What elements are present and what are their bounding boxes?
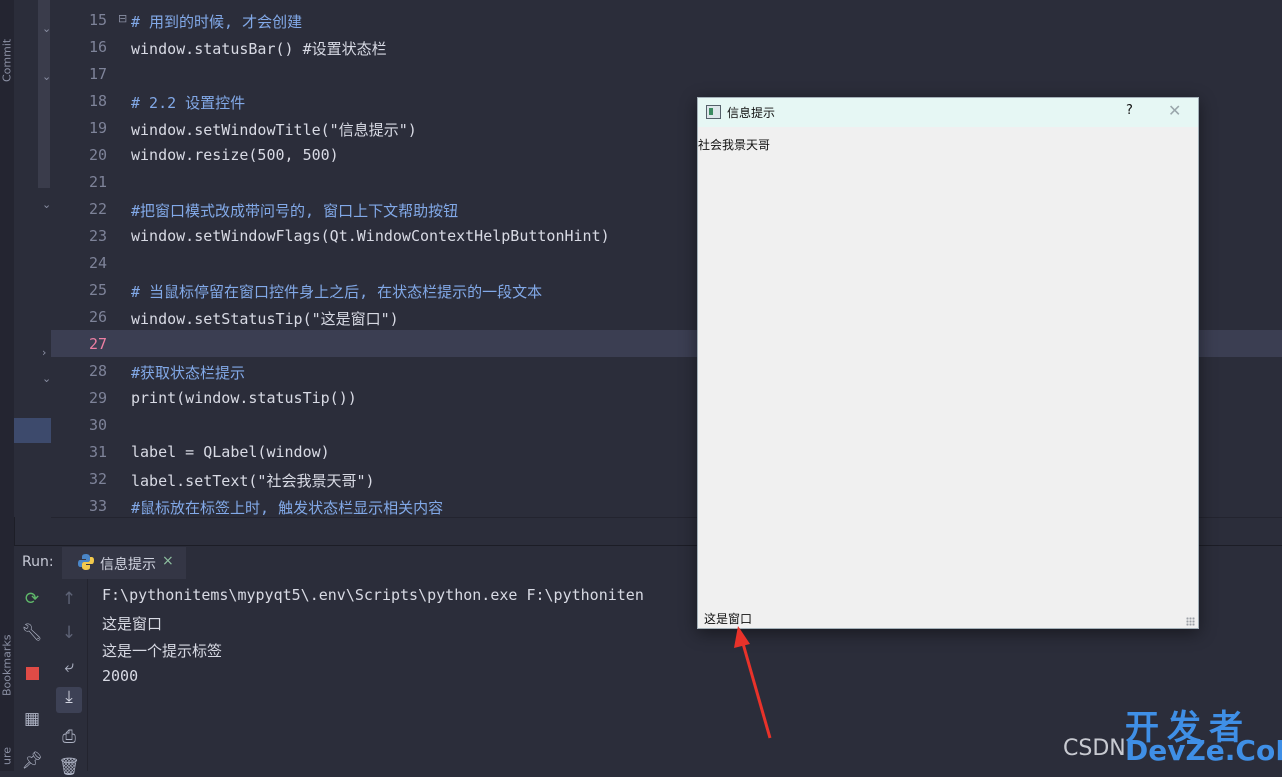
- soft-wrap-icon[interactable]: ⤶: [57, 657, 81, 677]
- trash-icon[interactable]: 🗑︎: [57, 757, 81, 777]
- console-line: 这是一个提示标签: [102, 642, 223, 660]
- line-number: 21: [88, 173, 107, 191]
- window-titlebar[interactable]: 信息提示 ? ✕: [698, 98, 1198, 127]
- line-number: 18: [88, 92, 107, 110]
- code-line[interactable]: print(window.statusTip()): [131, 389, 357, 407]
- code-line[interactable]: label.setText("社会我景天哥"): [131, 470, 375, 491]
- close-tab-icon[interactable]: ×: [162, 553, 174, 569]
- window-title: 信息提示: [727, 106, 776, 120]
- line-number: 24: [88, 254, 107, 272]
- rerun-icon[interactable]: ⟳: [20, 589, 44, 609]
- print-icon[interactable]: ⎙: [57, 727, 81, 747]
- line-number: 25: [88, 281, 107, 299]
- line-number: 30: [88, 416, 107, 434]
- line-number: 22: [88, 200, 107, 218]
- fold-arrow-icon[interactable]: ⌄: [42, 372, 51, 385]
- qt-message-window[interactable]: 信息提示 ? ✕ 社会我景天哥 这是窗口: [697, 97, 1199, 629]
- code-line[interactable]: # 当鼠标停留在窗口控件身上之后, 在状态栏提示的一段文本: [131, 281, 542, 302]
- code-line[interactable]: #鼠标放在标签上时, 触发状态栏显示相关内容: [131, 497, 443, 518]
- line-number: 28: [88, 362, 107, 380]
- tool-window-strip: Commit Bookmarks ure: [0, 0, 15, 771]
- commit-tab[interactable]: Commit: [0, 20, 14, 100]
- code-line[interactable]: window.setWindowFlags(Qt.WindowContextHe…: [131, 227, 610, 245]
- pin-icon[interactable]: 📌︎: [20, 751, 44, 771]
- run-tab-label: 信息提示: [100, 557, 156, 573]
- line-number: 32: [88, 470, 107, 488]
- line-number: 23: [88, 227, 107, 245]
- scroll-to-end-icon[interactable]: ⤓: [56, 687, 82, 713]
- fold-arrow-icon[interactable]: ⌄: [42, 70, 51, 83]
- run-toolbar-secondary: ↑ ↓ ⤶ ⤓ ⎙ 🗑︎: [50, 579, 88, 777]
- line-number: 26: [88, 308, 107, 326]
- annotation-arrow: [734, 626, 772, 739]
- gutter-highlight: [14, 418, 51, 443]
- line-number-current: 27: [88, 335, 107, 353]
- resize-grip[interactable]: [1186, 617, 1195, 626]
- scroll-up-icon[interactable]: ↑: [57, 589, 81, 609]
- run-panel-title: Run:: [22, 554, 54, 570]
- line-number: 20: [88, 146, 107, 164]
- bookmarks-tab[interactable]: Bookmarks: [0, 620, 14, 710]
- line-number: 33: [88, 497, 107, 515]
- code-line[interactable]: window.setStatusTip("这是窗口"): [131, 308, 399, 329]
- code-line[interactable]: # 2.2 设置控件: [131, 92, 245, 113]
- scroll-down-icon[interactable]: ↓: [57, 623, 81, 643]
- stop-icon[interactable]: [20, 665, 44, 685]
- python-icon: [78, 554, 94, 570]
- fold-arrow-icon[interactable]: ⌄: [42, 22, 51, 35]
- console-line: 2000: [102, 667, 139, 685]
- console-line: 这是窗口: [102, 615, 163, 633]
- structure-tab[interactable]: ure: [0, 740, 14, 771]
- fold-marker-icon[interactable]: ⊟: [118, 12, 127, 25]
- help-button[interactable]: ?: [1126, 103, 1133, 118]
- line-number: 17: [88, 65, 107, 83]
- watermark-devze: DevZe.CoM: [1125, 734, 1282, 767]
- code-line[interactable]: window.resize(500, 500): [131, 146, 339, 164]
- code-line[interactable]: #把窗口模式改成带问号的, 窗口上下文帮助按钮: [131, 200, 458, 221]
- close-button[interactable]: ✕: [1168, 101, 1181, 120]
- code-line[interactable]: # 用到的时候, 才会创建: [131, 11, 302, 32]
- watermark-csdn: CSDN: [1063, 736, 1126, 761]
- line-number: 15: [88, 11, 107, 29]
- wrench-icon[interactable]: 🔧︎: [20, 623, 44, 643]
- line-number: 19: [88, 119, 107, 137]
- app-window-icon: [706, 105, 721, 119]
- label-text: 社会我景天哥: [698, 138, 771, 152]
- line-number: 16: [88, 38, 107, 56]
- console-line: F:\pythonitems\mypyqt5\.env\Scripts\pyth…: [102, 586, 644, 604]
- fold-arrow-icon[interactable]: ⌄: [42, 198, 51, 211]
- layout-icon[interactable]: ▦: [20, 709, 44, 729]
- line-number: 31: [88, 443, 107, 461]
- code-line[interactable]: window.setWindowTitle("信息提示"): [131, 119, 417, 140]
- code-line[interactable]: window.statusBar() #设置状态栏: [131, 38, 387, 59]
- line-number: 29: [88, 389, 107, 407]
- code-line[interactable]: #获取状态栏提示: [131, 362, 245, 383]
- run-toolbar-primary: ⟳ 🔧︎ ▦ 📌︎: [14, 579, 50, 771]
- fold-arrow-icon[interactable]: ›: [42, 346, 46, 359]
- code-line[interactable]: label = QLabel(window): [131, 443, 330, 461]
